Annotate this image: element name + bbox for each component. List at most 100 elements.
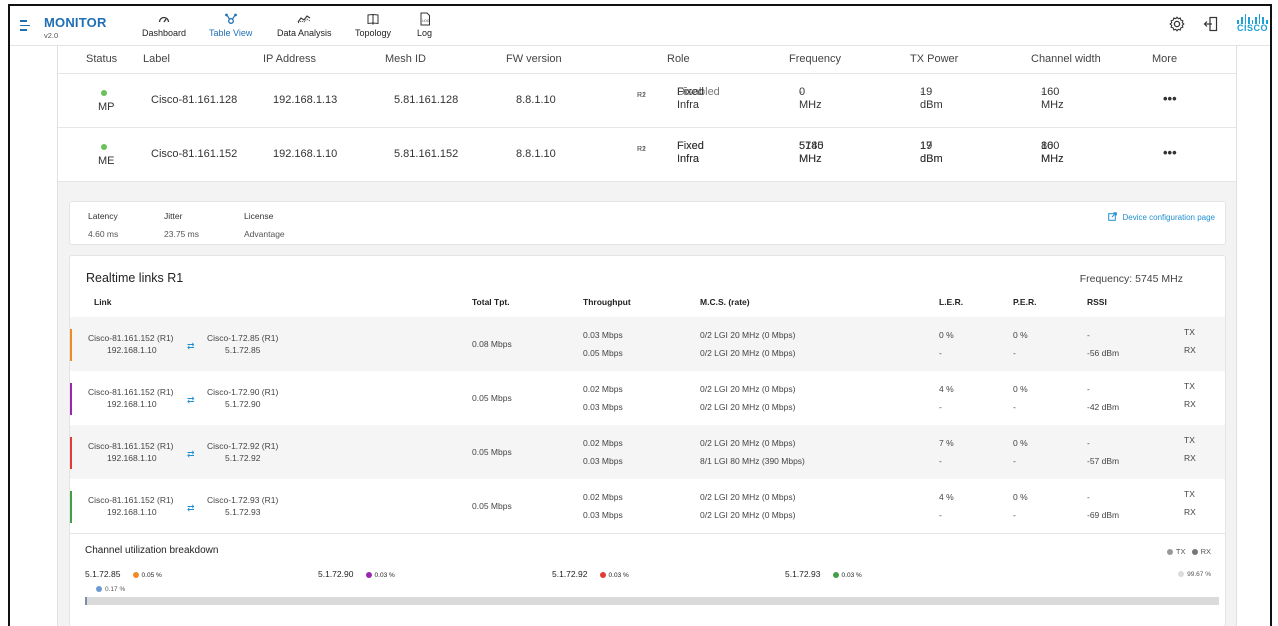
app-window: MONITOR v2.0 Dashboard Table View Data A…: [8, 4, 1272, 626]
link-per-tx: 0 %: [1013, 492, 1028, 502]
device-mesh-id: 5.81.161.152: [394, 148, 459, 160]
nav-data-analysis[interactable]: Data Analysis: [277, 10, 332, 38]
link-row[interactable]: Cisco-81.161.152 (R1) 192.168.1.10 ⇄ Cis…: [70, 425, 1225, 479]
link-tp-tx: 0.02 Mbps: [583, 438, 623, 448]
link-arrows-icon: ⇄: [187, 395, 195, 405]
nav-label: Table View: [209, 28, 253, 38]
link-rssi-tx: -: [1087, 492, 1090, 502]
link-rssi-tx: -: [1087, 384, 1090, 394]
main-content: Status Label IP Address Mesh ID FW versi…: [57, 46, 1237, 626]
link-dest: Cisco-1.72.93 (R1): [207, 495, 279, 505]
logout-icon[interactable]: [1203, 16, 1219, 32]
link-total-tpt: 0.05 Mbps: [472, 501, 512, 511]
col-per: P.E.R.: [1013, 297, 1037, 307]
link-row[interactable]: Cisco-81.161.152 (R1) 192.168.1.10 ⇄ Cis…: [70, 317, 1225, 371]
link-per-tx: 0 %: [1013, 438, 1028, 448]
link-row[interactable]: Cisco-81.161.152 (R1) 192.168.1.10 ⇄ Cis…: [70, 371, 1225, 425]
link-source: Cisco-81.161.152 (R1): [88, 441, 174, 451]
tx-r2: 19 dBm: [920, 140, 943, 165]
utilization-item: 5.1.72.90 0.03 %: [318, 569, 395, 579]
status-dot: [101, 90, 107, 96]
free-dot: [1178, 571, 1185, 578]
device-summary: Latency 4.60 ms Jitter 23.75 ms License …: [69, 201, 1226, 245]
link-dest-ip: 5.1.72.93: [225, 507, 261, 517]
link-color-bar: [70, 491, 72, 523]
device-ip: 192.168.1.13: [273, 94, 338, 106]
link-arrows-icon: ⇄: [187, 503, 195, 513]
channel-utilization: Channel utilization breakdown TX RX 5.1.…: [70, 533, 1225, 626]
link-ler-tx: 0 %: [939, 330, 954, 340]
col-link: Link: [94, 297, 112, 307]
license-label: License: [244, 211, 274, 221]
utilization-item-value: 0.03 %: [374, 572, 395, 579]
utilization-item: 5.1.72.93 0.03 %: [785, 569, 862, 579]
tx-label: TX: [1184, 327, 1195, 337]
app-title: MONITOR: [44, 15, 107, 30]
status-text: ME: [98, 155, 115, 167]
nav-log[interactable]: LOG Log: [417, 10, 432, 38]
license-value: Advantage: [244, 229, 285, 239]
col-rssi: RSSI: [1087, 297, 1107, 307]
cw-r2: 160 MHz: [1041, 140, 1064, 165]
rx-label: RX: [1184, 345, 1196, 355]
rx-label: RX: [1184, 453, 1196, 463]
nav-dashboard[interactable]: Dashboard: [142, 10, 186, 38]
utilization-dot: [132, 572, 139, 579]
status-text: MP: [98, 101, 115, 113]
link-ler-rx: -: [939, 456, 942, 466]
free-value: 99.67 %: [1187, 571, 1211, 578]
col-ip: IP Address: [263, 53, 316, 65]
link-row[interactable]: Cisco-81.161.152 (R1) 192.168.1.10 ⇄ Cis…: [70, 479, 1225, 533]
links-frequency: Frequency: 5745 MHz: [1079, 273, 1183, 285]
device-row[interactable]: MP Cisco-81.161.128 192.168.1.13 5.81.16…: [58, 74, 1236, 128]
nav-label: Log: [417, 28, 433, 38]
book-map-icon: [367, 10, 379, 28]
link-total-tpt: 0.05 Mbps: [472, 447, 512, 457]
more-options-button[interactable]: •••: [1163, 91, 1177, 106]
device-table: Status Label IP Address Mesh ID FW versi…: [58, 46, 1236, 182]
link-color-bar: [70, 383, 72, 415]
link-arrows-icon: ⇄: [187, 341, 195, 351]
freq-r2: 0 MHz: [799, 86, 822, 111]
top-bar: MONITOR v2.0 Dashboard Table View Data A…: [10, 6, 1270, 46]
tx-label: TX: [1184, 435, 1195, 445]
link-rssi-tx: -: [1087, 330, 1090, 340]
svg-text:LOG: LOG: [422, 19, 430, 23]
link-tp-rx: 0.05 Mbps: [583, 348, 623, 358]
chart-line-icon: [297, 10, 311, 28]
col-channel-width: Channel width: [1031, 53, 1101, 65]
link-source-ip: 192.168.1.10: [107, 453, 157, 463]
tx-label: TX: [1184, 489, 1195, 499]
tx-legend-dot: [1166, 549, 1173, 556]
radio-label: R2: [637, 92, 646, 99]
jitter-value: 23.75 ms: [164, 229, 199, 239]
link-source: Cisco-81.161.152 (R1): [88, 495, 174, 505]
status-dot: [101, 144, 107, 150]
col-throughput: Throughput: [583, 297, 631, 307]
device-config-link[interactable]: Device configuration page: [1108, 212, 1215, 222]
header-actions: CISCO: [1151, 14, 1270, 33]
link-total-tpt: 0.08 Mbps: [472, 339, 512, 349]
link-tp-rx: 0.03 Mbps: [583, 402, 623, 412]
link-dest-ip: 5.1.72.85: [225, 345, 261, 355]
nav-topology[interactable]: Topology: [355, 10, 391, 38]
device-fw: 8.8.1.10: [516, 94, 556, 106]
device-row[interactable]: ME Cisco-81.161.152 192.168.1.10 5.81.16…: [58, 128, 1236, 182]
utilization-bar: [85, 597, 1219, 605]
link-rssi-rx: -42 dBm: [1087, 402, 1120, 412]
tx-label: TX: [1184, 381, 1195, 391]
device-fw: 8.8.1.10: [516, 148, 556, 160]
menu-icon[interactable]: [20, 20, 34, 32]
cisco-logo: CISCO: [1237, 14, 1268, 33]
link-dest: Cisco-1.72.85 (R1): [207, 333, 279, 343]
more-options-button[interactable]: •••: [1163, 145, 1177, 160]
link-mcs-tx: 0/2 LGI 20 MHz (0 Mbps): [700, 492, 796, 502]
link-tp-tx: 0.02 Mbps: [583, 492, 623, 502]
gauge-icon: [158, 10, 170, 28]
self-dot: [96, 586, 102, 593]
link-dest-ip: 5.1.72.90: [225, 399, 261, 409]
rx-legend-hatched-dot: [1191, 549, 1198, 556]
nav-table-view[interactable]: Table View: [209, 10, 252, 38]
settings-gear-icon[interactable]: [1169, 15, 1185, 32]
external-link-icon: [1108, 212, 1118, 221]
